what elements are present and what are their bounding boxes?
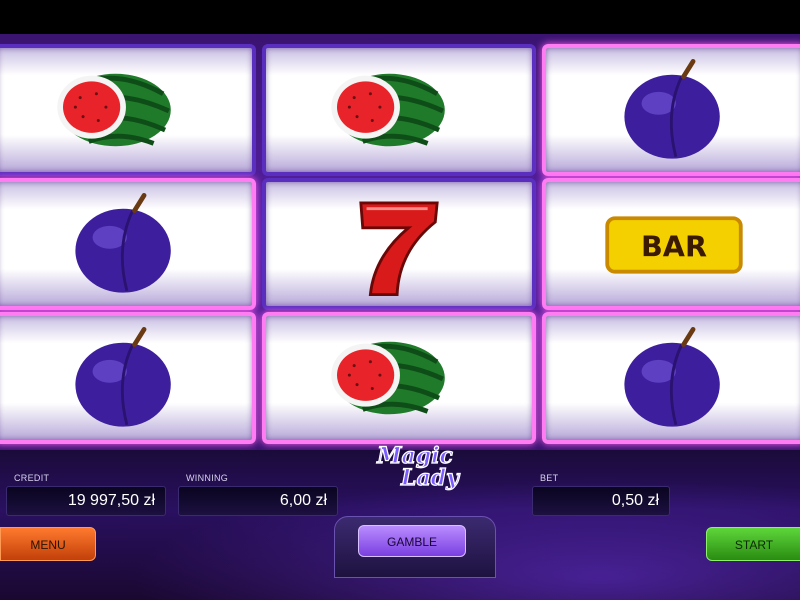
plum-icon (75, 326, 171, 427)
menu-button[interactable]: MENU (0, 527, 96, 561)
bet-label: BET (540, 473, 559, 483)
reel-1-row-3-symbol (0, 312, 256, 444)
reel-1-row-2-symbol (0, 178, 256, 310)
reel-3-row-1-symbol (542, 44, 800, 176)
reel-2-row-1-symbol (262, 44, 536, 176)
watermelon-icon (331, 341, 445, 415)
start-button[interactable]: START (706, 527, 800, 561)
bet-value: 0,50 zł (532, 486, 670, 516)
reel-2-row-2-symbol (262, 178, 536, 310)
bar-icon: BAR (605, 216, 743, 274)
watermelon-icon (57, 73, 171, 147)
reel-3-row-2-symbol: BAR (542, 178, 800, 310)
magic-lady-logo: Magic Lady (376, 442, 462, 491)
watermelon-icon (331, 73, 445, 147)
plum-icon (624, 58, 720, 159)
svg-text:BAR: BAR (641, 229, 707, 263)
plum-icon (75, 192, 171, 293)
plum-icon (624, 326, 720, 427)
reel-2-row-3-symbol (262, 312, 536, 444)
logo-word-lady: Lady (400, 465, 461, 491)
top-bar (0, 0, 800, 34)
reel-3-row-3-symbol (542, 312, 800, 444)
credit-label: CREDIT (14, 473, 50, 483)
slot-machine-screen: BAR Magic Lady CREDIT 19 997,50 zł WINNI… (0, 0, 800, 600)
reel-1-row-1-symbol (0, 44, 256, 176)
winning-value: 6,00 zł (178, 486, 338, 516)
gamble-button[interactable]: GAMBLE (358, 525, 466, 557)
credit-value: 19 997,50 zł (6, 486, 166, 516)
winning-label: WINNING (186, 473, 229, 483)
seven-icon (359, 201, 439, 296)
